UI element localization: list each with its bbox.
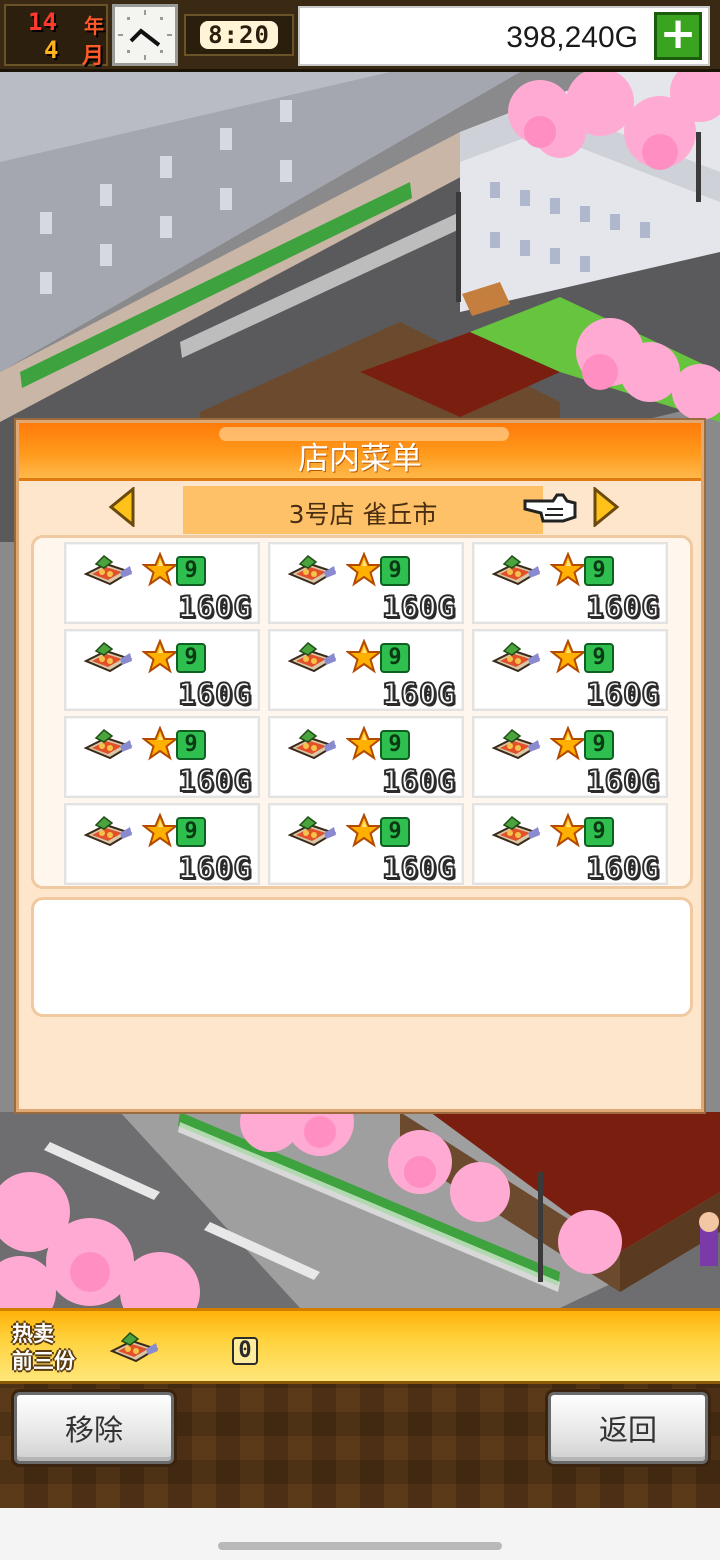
star-icon <box>142 726 178 761</box>
system-navigation-area <box>0 1508 720 1560</box>
menu-item-slot[interactable]: 9 160G <box>268 803 464 886</box>
menu-item-slot[interactable]: 9 160G <box>64 542 260 625</box>
add-money-button[interactable]: + <box>654 12 702 60</box>
arrow-right-icon[interactable] <box>591 487 621 527</box>
best-sellers-label: 热卖 前三份 <box>12 1321 88 1375</box>
clock-icon <box>112 4 178 66</box>
menu-grid-panel: 9 160G 9 160G 9 160G 9 160G 9 160G 9 160… <box>31 535 693 889</box>
menu-item-slot[interactable]: 9 160G <box>64 629 260 712</box>
hand-pointer-icon <box>523 493 577 523</box>
item-level-badge: 9 <box>176 643 206 673</box>
item-level-badge: 9 <box>584 730 614 760</box>
curry-dish-icon <box>287 642 337 673</box>
item-level-badge: 9 <box>380 730 410 760</box>
item-description-panel <box>31 897 693 1017</box>
time-display: 8:20 <box>184 14 294 56</box>
home-gesture-bar[interactable] <box>218 1542 502 1550</box>
menu-item-slot[interactable]: 9 160G <box>64 803 260 886</box>
menu-item-slot[interactable]: 9 160G <box>472 716 668 799</box>
curry-dish-icon <box>287 816 337 847</box>
star-icon <box>142 639 178 674</box>
item-level-badge: 9 <box>380 556 410 586</box>
item-price: 160G <box>585 763 660 799</box>
remove-button[interactable]: 移除 <box>14 1392 174 1464</box>
best-sellers-label-line2: 前三份 <box>12 1349 75 1373</box>
menu-item-slot[interactable]: 9 160G <box>268 716 464 799</box>
item-price: 160G <box>585 589 660 625</box>
year-value: 14 <box>28 8 57 36</box>
star-icon <box>346 639 382 674</box>
curry-dish-icon <box>83 642 133 673</box>
star-icon <box>346 552 382 587</box>
status-bar: 14 年 4 月 8:20 398,240G + <box>0 0 720 72</box>
resident-character <box>699 1212 719 1266</box>
star-icon <box>142 552 178 587</box>
shop-selector: 3号店 雀丘市 <box>183 486 543 534</box>
item-price: 160G <box>381 763 456 799</box>
menu-item-slot[interactable]: 9 160G <box>472 629 668 712</box>
dialog-title: 店内菜单 <box>298 441 422 477</box>
star-icon <box>550 639 586 674</box>
star-icon <box>550 813 586 848</box>
curry-dish-icon <box>83 729 133 760</box>
item-price: 160G <box>381 589 456 625</box>
item-level-badge: 9 <box>584 817 614 847</box>
menu-item-slot[interactable]: 9 160G <box>64 716 260 799</box>
item-price: 160G <box>177 763 252 799</box>
item-price: 160G <box>177 589 252 625</box>
curry-dish-icon <box>491 729 541 760</box>
star-icon <box>346 726 382 761</box>
curry-dish-icon <box>491 555 541 586</box>
item-level-badge: 9 <box>380 643 410 673</box>
item-level-badge: 9 <box>584 556 614 586</box>
shop-name: 3号店 雀丘市 <box>288 500 438 529</box>
dialog-header: 店内菜单 <box>19 423 701 481</box>
bottom-action-bar: 移除 返回 <box>0 1384 720 1508</box>
plus-icon: + <box>659 8 697 59</box>
item-level-badge: 9 <box>176 556 206 586</box>
item-level-badge: 9 <box>584 643 614 673</box>
item-price: 160G <box>177 850 252 886</box>
money-display: 398,240G + <box>298 6 710 66</box>
item-level-badge: 9 <box>176 817 206 847</box>
money-value: 398,240G <box>506 21 638 54</box>
star-icon <box>346 813 382 848</box>
best-sellers-label-line1: 热卖 <box>12 1322 54 1346</box>
menu-item-slot[interactable]: 9 160G <box>268 542 464 625</box>
month-value: 4 <box>44 36 59 64</box>
star-icon <box>550 552 586 587</box>
curry-dish-icon <box>109 1332 159 1363</box>
arrow-left-icon[interactable] <box>107 487 137 527</box>
curry-dish-icon <box>83 816 133 847</box>
back-button[interactable]: 返回 <box>548 1392 708 1464</box>
item-level-badge: 9 <box>380 817 410 847</box>
star-icon <box>142 813 178 848</box>
item-level-badge: 9 <box>176 730 206 760</box>
year-unit: 年 <box>84 14 104 38</box>
time-value: 8:20 <box>200 21 278 49</box>
best-sellers-bar: 热卖 前三份 0 <box>0 1308 720 1384</box>
date-display: 14 年 4 月 <box>4 4 108 69</box>
menu-item-slot[interactable]: 9 160G <box>268 629 464 712</box>
store-menu-dialog: 店内菜单 3号店 雀丘市 9 160G 9 160G 9 160G 9 160G… <box>16 420 704 1112</box>
best-sellers-count: 0 <box>232 1337 258 1365</box>
menu-item-slot[interactable]: 9 160G <box>472 803 668 886</box>
item-price: 160G <box>585 676 660 712</box>
item-price: 160G <box>381 676 456 712</box>
menu-item-grid: 9 160G 9 160G 9 160G 9 160G 9 160G 9 160… <box>64 542 690 886</box>
curry-dish-icon <box>287 729 337 760</box>
curry-dish-icon <box>491 816 541 847</box>
month-unit: 月 <box>82 44 105 69</box>
item-price: 160G <box>177 676 252 712</box>
item-price: 160G <box>585 850 660 886</box>
curry-dish-icon <box>83 555 133 586</box>
item-price: 160G <box>381 850 456 886</box>
curry-dish-icon <box>491 642 541 673</box>
menu-item-slot[interactable]: 9 160G <box>472 542 668 625</box>
star-icon <box>550 726 586 761</box>
curry-dish-icon <box>287 555 337 586</box>
